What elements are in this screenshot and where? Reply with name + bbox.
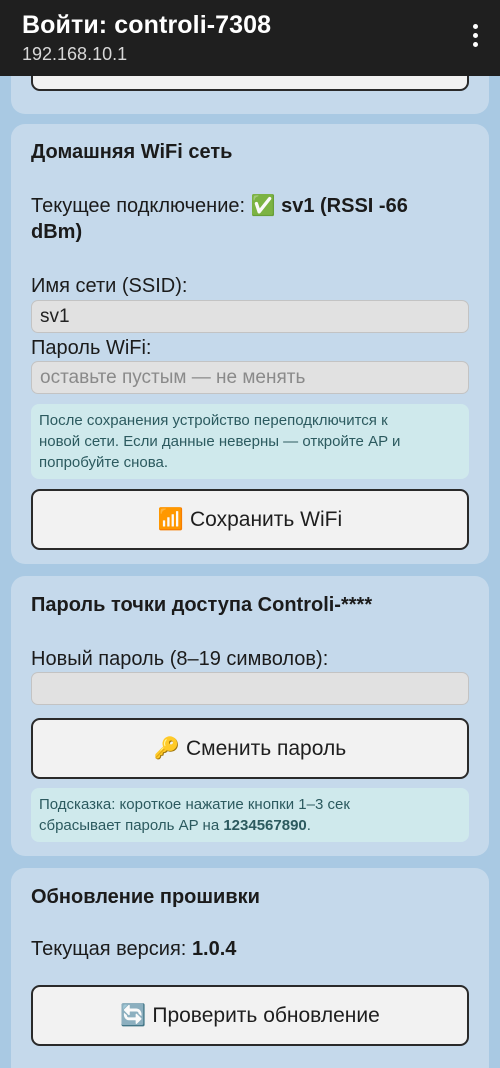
current-version: Текущая версия: 1.0.4 xyxy=(31,938,236,961)
wifi-heading: Домашняя WiFi сеть xyxy=(31,141,233,163)
wifi-note-line: новой сети. Если данные неверны — открой… xyxy=(39,433,401,450)
default-ap-password: 1234567890 xyxy=(223,817,307,834)
wifi-note-line: попробуйте снова. xyxy=(39,454,169,471)
ssid-input[interactable]: sv1 xyxy=(31,300,469,333)
save-wifi-label: Сохранить WiFi xyxy=(189,508,343,531)
refresh-icon: 🔄 xyxy=(120,1004,147,1027)
firmware-heading: Обновление прошивки xyxy=(31,886,260,908)
current-version-value: 1.0.4 xyxy=(191,938,237,960)
new-password-label: Новый пароль (8–19 символов): xyxy=(31,648,329,670)
firmware-card: Обновление прошивки Текущая версия: 1.0.… xyxy=(11,868,489,1068)
new-password-input[interactable] xyxy=(31,672,469,705)
wifi-password-input[interactable]: оставьте пустым — не менять xyxy=(31,361,469,394)
hint-line: сбрасывает пароль AP на xyxy=(39,817,220,834)
save-wifi-button[interactable]: 📶 Сохранить WiFi xyxy=(31,489,469,550)
key-icon: 🔑 xyxy=(153,737,180,760)
page-title: Войти: controli-7308 xyxy=(22,11,272,39)
page-url[interactable]: 192.168.10.1 xyxy=(22,44,127,65)
current-connection: Текущее подключение: ✅ sv1 (RSSI -66 dBm… xyxy=(31,193,408,245)
check-update-label: Проверить обновление xyxy=(152,1004,380,1027)
ap-heading: Пароль точки доступа Controli-**** xyxy=(31,594,373,616)
ssid-label: Имя сети (SSID): xyxy=(31,275,188,297)
wifi-note-line: После сохранения устройство переподключи… xyxy=(39,412,388,429)
more-options-icon[interactable] xyxy=(470,24,480,54)
check-update-button[interactable]: 🔄 Проверить обновление xyxy=(31,985,469,1046)
hint-suffix: . xyxy=(306,817,311,834)
check-mark-icon: ✅ xyxy=(250,195,276,217)
wifi-password-label: Пароль WiFi: xyxy=(31,337,152,359)
change-password-button[interactable]: 🔑 Сменить пароль xyxy=(31,718,469,779)
signal-icon: 📶 xyxy=(157,508,184,531)
current-version-label: Текущая версия: xyxy=(31,938,187,960)
current-connection-value: sv1 (RSSI -66 xyxy=(281,195,408,217)
change-password-label: Сменить пароль xyxy=(186,737,347,760)
current-connection-label: Текущее подключение: xyxy=(31,195,246,217)
wifi-info-note: После сохранения устройство переподключи… xyxy=(31,404,469,479)
wifi-card: Домашняя WiFi сеть Текущее подключение: … xyxy=(11,124,489,564)
ap-password-card: Пароль точки доступа Controli-**** Новый… xyxy=(11,576,489,856)
browser-top-bar: Войти: controli-7308 192.168.10.1 xyxy=(0,0,500,76)
current-connection-value-unit: dBm) xyxy=(31,221,83,243)
ap-hint-note: Подсказка: короткое нажатие кнопки 1–3 с… xyxy=(31,788,469,842)
page-content: Домашняя WiFi сеть Текущее подключение: … xyxy=(0,0,500,1068)
hint-line: Подсказка: короткое нажатие кнопки 1–3 с… xyxy=(39,796,350,813)
